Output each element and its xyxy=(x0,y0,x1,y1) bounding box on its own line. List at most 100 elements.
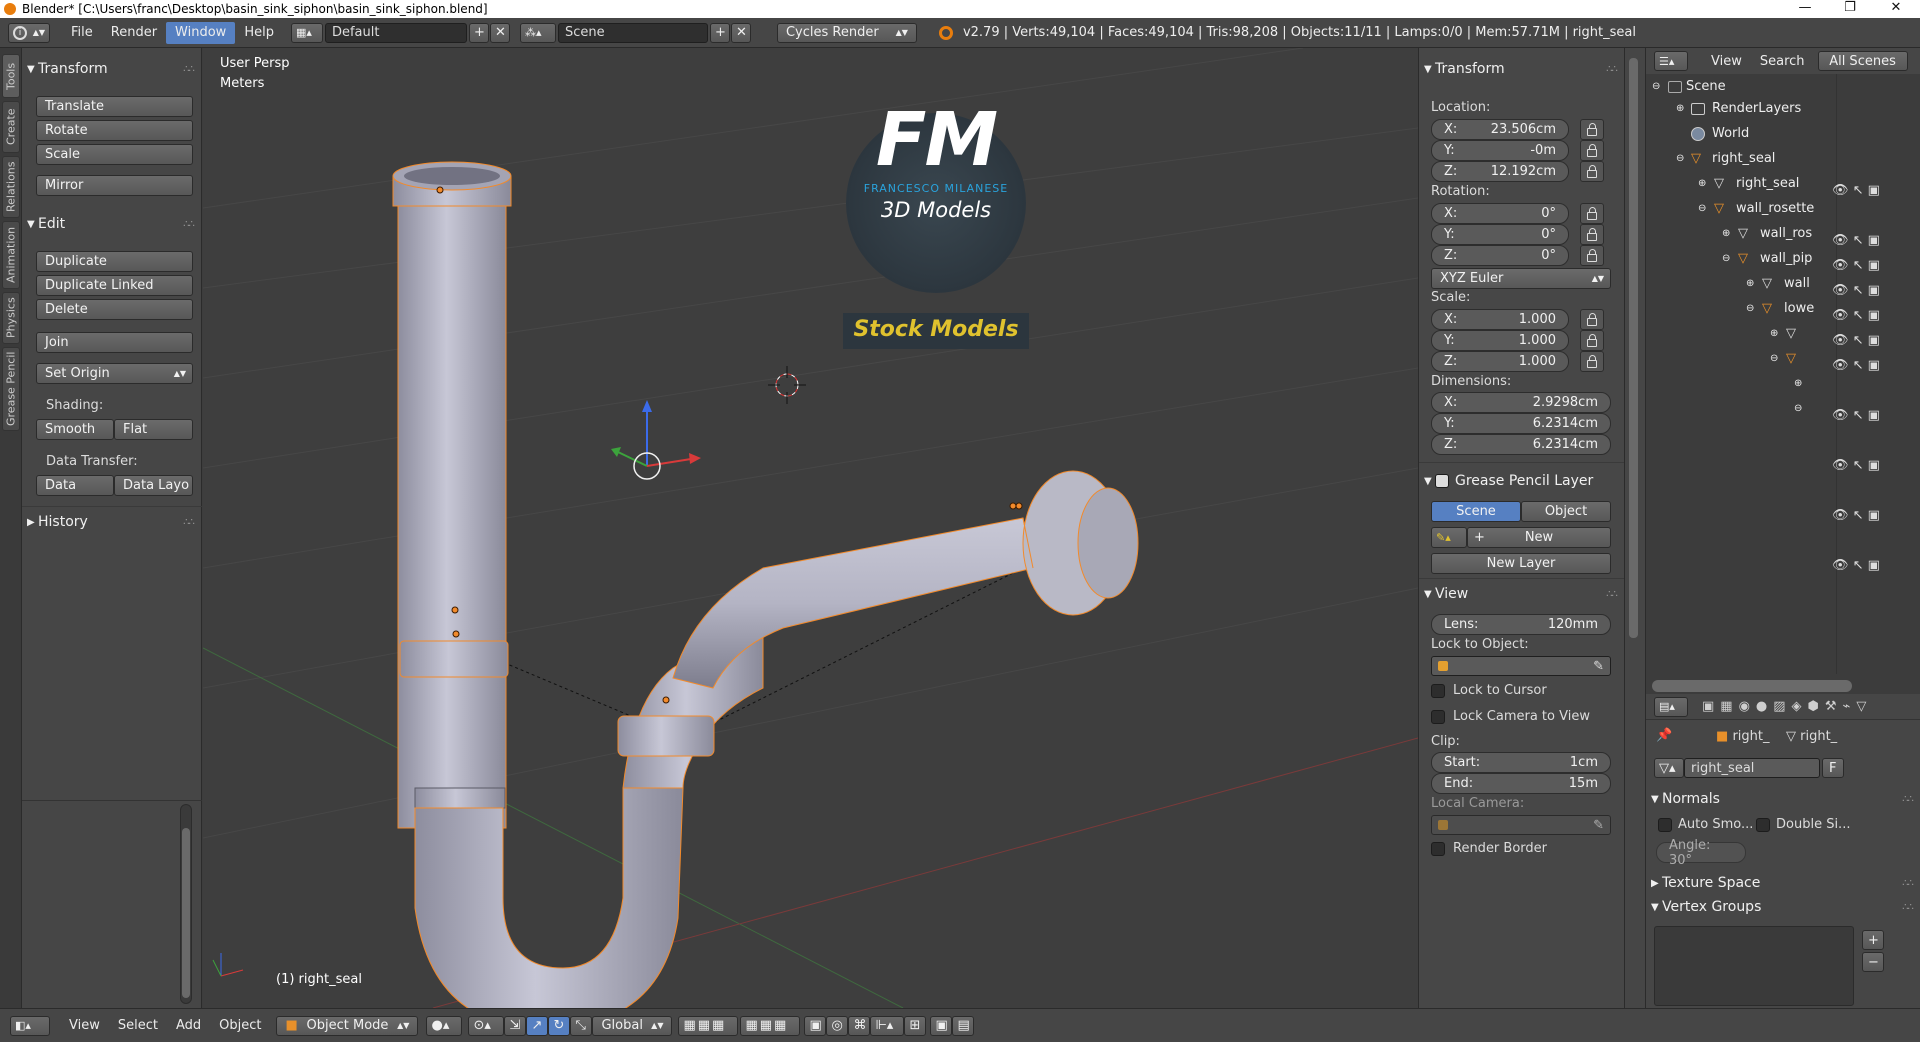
mesh-browse-icon[interactable]: ▽▴ xyxy=(1654,758,1684,778)
render-engine-select[interactable]: Cycles Render ▲▼ xyxy=(776,22,917,43)
snap-target-icon[interactable]: ⊞ xyxy=(904,1015,927,1036)
lock-rotation-z-icon[interactable] xyxy=(1580,245,1604,266)
menu-render[interactable]: Render xyxy=(102,22,166,44)
rotation-y-field[interactable]: Y: 0° xyxy=(1431,224,1569,245)
clip-start-field[interactable]: Start: 1cm xyxy=(1431,752,1611,773)
location-z-field[interactable]: Z: 12.192cm xyxy=(1431,161,1569,182)
scale-y-field[interactable]: Y: 1.000 xyxy=(1431,330,1569,351)
tab-grease-pencil[interactable]: Grease Pencil xyxy=(2,347,20,431)
remove-vertex-group-button[interactable]: − xyxy=(1862,952,1884,972)
local-camera-field[interactable]: ✎ xyxy=(1431,815,1611,835)
tab-physics[interactable]: Physics xyxy=(2,292,20,344)
eyedropper-icon[interactable]: ✎ xyxy=(1593,659,1604,674)
gp-scene-button[interactable]: Scene xyxy=(1431,501,1521,522)
pin-icon[interactable]: 📌 xyxy=(1656,728,1672,743)
gp-new-button[interactable]: + New xyxy=(1467,527,1611,548)
scale-button[interactable]: Scale xyxy=(36,144,193,165)
properties-context-tabs[interactable]: ▣▦◉●▨◈⬢⚒⌁▽ xyxy=(1702,699,1872,714)
grease-pencil-layer-header[interactable]: ▼ Grease Pencil Layer xyxy=(1419,470,1625,492)
tab-tools[interactable]: Tools xyxy=(2,54,20,98)
menu-help[interactable]: Help xyxy=(235,22,283,44)
lens-field[interactable]: Lens: 120mm xyxy=(1431,614,1611,635)
vertex-groups-list[interactable] xyxy=(1654,926,1854,1006)
add-layout-button[interactable]: + xyxy=(468,22,489,43)
double-sided-checkbox[interactable] xyxy=(1756,818,1770,832)
outliner-search-menu[interactable]: Search xyxy=(1751,50,1814,72)
menu-select[interactable]: Select xyxy=(109,1015,167,1037)
manipulator-toggle-icon[interactable]: ⇲ xyxy=(504,1015,527,1036)
interaction-mode-select[interactable]: ■ Object Mode ▲▼ xyxy=(276,1015,419,1036)
menu-object[interactable]: Object xyxy=(210,1015,270,1037)
screen-layout-field[interactable]: Default xyxy=(324,22,467,43)
rotate-manipulator-icon[interactable]: ↻ xyxy=(548,1015,571,1036)
restriction-columns[interactable]: 👁 ↖ ▣ 👁 ↖ ▣ 👁 ↖ ▣ 👁 ↖ ▣ 👁 ↖ ▣ 👁 ↖ ▣ 👁 ↖ ▣ 👁 ↖ ▣… xyxy=(1832,178,1892,698)
smooth-button[interactable]: Smooth xyxy=(36,419,114,440)
render-animation-icon[interactable]: ▤ xyxy=(952,1015,975,1036)
scale-z-field[interactable]: Z: 1.000 xyxy=(1431,351,1569,372)
delete-button[interactable]: Delete xyxy=(36,299,193,320)
mesh-name-field[interactable]: right_seal xyxy=(1684,758,1820,778)
render-still-icon[interactable]: ▣ xyxy=(930,1015,953,1036)
data-layout-button[interactable]: Data Layo xyxy=(114,475,193,496)
viewport-shading-icon[interactable]: ●▴ xyxy=(426,1015,463,1036)
toolshelf-scroll-thumb[interactable] xyxy=(182,828,190,998)
lock-rotation-y-icon[interactable] xyxy=(1580,224,1604,245)
fake-user-button[interactable]: F xyxy=(1822,758,1844,778)
edit-panel-header[interactable]: ▼ Edit ∴∴ xyxy=(22,213,202,235)
tab-relations[interactable]: Relations xyxy=(2,156,20,218)
editor-type-3d-icon[interactable]: ◧▴ xyxy=(10,1015,50,1036)
n-panel-scrollbar[interactable] xyxy=(1624,48,1645,1008)
rotation-x-field[interactable]: X: 0° xyxy=(1431,203,1569,224)
scene-field[interactable]: Scene xyxy=(557,22,708,43)
dimension-y-field[interactable]: Y: 6.2314cm xyxy=(1431,413,1611,434)
lock-scale-x-icon[interactable] xyxy=(1580,309,1604,330)
set-origin-select[interactable]: Set Origin ▲▼ xyxy=(36,363,193,384)
lock-rotation-x-icon[interactable] xyxy=(1580,203,1604,224)
render-border-checkbox[interactable] xyxy=(1431,842,1445,856)
history-panel-header[interactable]: ▶ History ∴∴ xyxy=(22,511,202,533)
delete-layout-button[interactable]: ✕ xyxy=(489,22,510,43)
mirror-button[interactable]: Mirror xyxy=(36,175,193,196)
scale-manipulator-icon[interactable]: ⤡ xyxy=(570,1015,593,1036)
view-panel-header[interactable]: ▼ View ∴∴ xyxy=(1419,583,1625,605)
transform-panel-header[interactable]: ▼ Transform ∴∴ xyxy=(22,58,202,80)
lock-scale-y-icon[interactable] xyxy=(1580,330,1604,351)
rotation-mode-select[interactable]: XYZ Euler ▲▼ xyxy=(1431,268,1611,289)
menu-view[interactable]: View xyxy=(60,1015,109,1037)
outliner-row[interactable]: World xyxy=(1646,121,1920,146)
snap-toggle-icon[interactable]: ⌘ xyxy=(848,1015,871,1036)
outliner-editor-icon[interactable]: ☰▴ xyxy=(1654,51,1688,71)
screen-layout-icon[interactable]: ▦▴ xyxy=(290,22,323,43)
3d-viewport[interactable]: User Persp Meters (1) right_seal FM FRAN… xyxy=(203,48,1418,1008)
lock-cursor-checkbox[interactable] xyxy=(1431,684,1445,698)
dimension-x-field[interactable]: X: 2.9298cm xyxy=(1431,392,1611,413)
n-transform-header[interactable]: ▼ Transform ∴∴ xyxy=(1419,58,1625,80)
data-transfer-button[interactable]: Data xyxy=(36,475,114,496)
properties-editor-icon[interactable]: ▤▴ xyxy=(1654,696,1688,717)
outliner-hscrollbar[interactable] xyxy=(1652,680,1852,692)
gp-object-button[interactable]: Object xyxy=(1521,501,1611,522)
rotation-z-field[interactable]: Z: 0° xyxy=(1431,245,1569,266)
outliner-row[interactable]: ⊖ ▽ right_seal xyxy=(1646,146,1920,171)
flat-button[interactable]: Flat xyxy=(114,419,193,440)
grease-pencil-checkbox[interactable] xyxy=(1435,474,1449,488)
pivot-point-icon[interactable]: ⊙▴ xyxy=(468,1015,505,1036)
menu-add[interactable]: Add xyxy=(167,1015,210,1037)
close-button[interactable]: ✕ xyxy=(1876,0,1916,18)
rotate-button[interactable]: Rotate xyxy=(36,120,193,141)
editor-type-menu[interactable]: i ▲▼ xyxy=(8,22,50,43)
add-vertex-group-button[interactable]: + xyxy=(1862,930,1884,950)
auto-smooth-checkbox[interactable] xyxy=(1658,818,1672,832)
location-y-field[interactable]: Y: -0m xyxy=(1431,140,1569,161)
translate-manipulator-icon[interactable]: ↗ xyxy=(526,1015,549,1036)
lock-location-x-icon[interactable] xyxy=(1580,119,1604,140)
snap-element-icon[interactable]: ⊩▴ xyxy=(870,1015,905,1036)
gp-pencil-icon[interactable]: ✎▴ xyxy=(1431,527,1467,548)
join-button[interactable]: Join xyxy=(36,332,193,353)
outliner-display-mode[interactable]: All Scenes xyxy=(1817,51,1908,71)
menu-file[interactable]: File xyxy=(62,22,102,44)
outliner-view-menu[interactable]: View xyxy=(1702,50,1751,72)
eyedropper-icon[interactable]: ✎ xyxy=(1593,818,1604,833)
layers-grid-a[interactable]: ▦▦▦ xyxy=(678,1015,739,1036)
viewport-scene[interactable] xyxy=(203,48,1418,1008)
